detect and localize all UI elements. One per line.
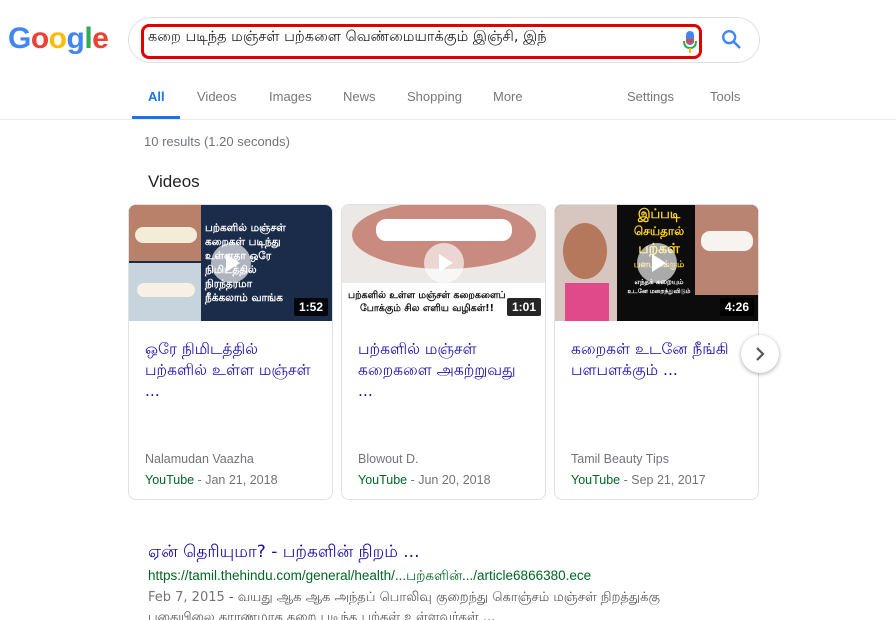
- video-date: - Jun 20, 2018: [407, 473, 491, 487]
- thumb-text: உடனே மறைந்துவிடும்: [627, 288, 691, 295]
- thumb-text: பற்களில் உள்ள மஞ்சள் கறைகளைப்: [348, 290, 506, 301]
- result-snippet: Feb 7, 2015 - வயது ஆக ஆக அந்தப் பொலிவு க…: [148, 588, 748, 620]
- video-title[interactable]: கறைகள் உடனே நீங்கி பளபளக்கும் ...: [571, 339, 746, 381]
- video-title[interactable]: ஒரே நிமிடத்தில் பற்களில் உள்ள மஞ்சள் ...: [145, 339, 320, 402]
- tab-news[interactable]: News: [343, 89, 376, 104]
- video-platform: YouTube: [145, 473, 195, 487]
- video-meta: YouTube - Jun 20, 2018: [358, 473, 491, 487]
- result-date: Feb 7, 2015: [148, 590, 225, 605]
- tab-shopping[interactable]: Shopping: [407, 89, 462, 104]
- video-source: Tamil Beauty Tips: [571, 452, 669, 466]
- logo-letter: g: [66, 22, 85, 55]
- video-source: Blowout D.: [358, 452, 419, 466]
- play-icon[interactable]: [637, 243, 677, 283]
- thumb-text: போக்கும் சில எளிய வழிகள்!!: [360, 303, 494, 314]
- video-date: - Sep 21, 2017: [620, 473, 706, 487]
- tab-tools[interactable]: Tools: [710, 89, 740, 104]
- video-meta: YouTube - Jan 21, 2018: [145, 473, 278, 487]
- thumb-text: செய்தால்: [633, 224, 685, 238]
- logo-letter: G: [8, 22, 31, 55]
- video-duration: 1:01: [506, 298, 541, 316]
- play-icon[interactable]: [424, 243, 464, 283]
- tab-images[interactable]: Images: [269, 89, 312, 104]
- video-date: - Jan 21, 2018: [194, 473, 278, 487]
- logo-letter: o: [30, 22, 49, 55]
- video-platform: YouTube: [358, 473, 408, 487]
- result-snippet-text: புகையிலை காரணமாக கறை படிந்த பற்கள் உள்ளவ…: [148, 610, 496, 620]
- video-duration: 4:26: [719, 298, 754, 316]
- play-icon[interactable]: [211, 243, 251, 283]
- video-card[interactable]: பற்களில் உள்ள மஞ்சள் கறைகளைப் போக்கும் ச…: [341, 204, 546, 500]
- result-title-link[interactable]: ஏன் தெரியுமா? - பற்களின் நிறம் ...: [148, 542, 420, 564]
- search-icon[interactable]: [720, 28, 742, 50]
- thumb-text: இப்படி: [637, 207, 681, 222]
- logo-letter: e: [92, 22, 109, 55]
- video-duration: 1:52: [293, 298, 328, 316]
- tab-videos[interactable]: Videos: [197, 89, 237, 104]
- result-stats: 10 results (1.20 seconds): [144, 134, 290, 149]
- result-url[interactable]: https://tamil.thehindu.com/general/healt…: [148, 568, 591, 586]
- carousel-next-button[interactable]: [741, 335, 779, 373]
- active-tab-indicator: [132, 116, 180, 119]
- chevron-right-icon: [756, 347, 765, 361]
- google-logo[interactable]: Google: [8, 22, 109, 56]
- search-tabs: All Videos Images News Shopping More Set…: [0, 80, 896, 120]
- video-platform: YouTube: [571, 473, 621, 487]
- mic-icon[interactable]: [682, 29, 698, 55]
- tab-more[interactable]: More: [493, 89, 523, 104]
- video-title[interactable]: பற்களில் மஞ்சள் கறைகளை அகற்றுவது ...: [358, 339, 533, 402]
- search-input[interactable]: கறை படிந்த மஞ்சள் பற்களை வெண்மையாக்கும் …: [148, 29, 674, 55]
- tab-settings[interactable]: Settings: [627, 89, 674, 104]
- thumb-text: நிரந்தரமா: [205, 278, 253, 290]
- thumb-text: நீக்கலாம் வாங்க: [205, 292, 283, 304]
- video-source: Nalamudan Vaazha: [145, 452, 254, 466]
- result-snippet-text: - வயது ஆக ஆக அந்தப் பொலிவு குறைந்து கொஞ்…: [224, 590, 660, 605]
- video-meta: YouTube - Sep 21, 2017: [571, 473, 706, 487]
- video-thumbnail[interactable]: பற்களில் உள்ள மஞ்சள் கறைகளைப் போக்கும் ச…: [342, 205, 545, 321]
- logo-letter: l: [84, 22, 93, 55]
- logo-letter: o: [48, 22, 67, 55]
- videos-heading: Videos: [148, 172, 200, 191]
- thumb-text: பற்களில் மஞ்சள்: [205, 222, 286, 234]
- tab-all[interactable]: All: [148, 89, 165, 104]
- video-thumbnail[interactable]: பற்களில் மஞ்சள் கறைகள் படிந்து உள்ளதா ஒர…: [129, 205, 332, 321]
- video-thumbnail[interactable]: இப்படி செய்தால் பற்கள் பளபளக்கும் எந்தக்…: [555, 205, 758, 321]
- video-card[interactable]: இப்படி செய்தால் பற்கள் பளபளக்கும் எந்தக்…: [554, 204, 759, 500]
- video-card[interactable]: பற்களில் மஞ்சள் கறைகள் படிந்து உள்ளதா ஒர…: [128, 204, 333, 500]
